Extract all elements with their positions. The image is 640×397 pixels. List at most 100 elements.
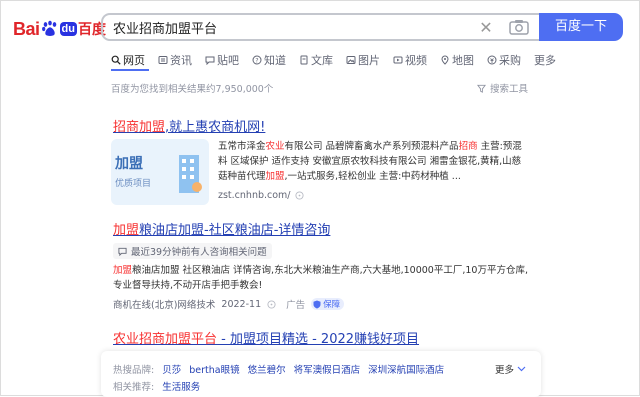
result-count: 百度为您找到相关结果约7,950,000个 — [111, 84, 274, 95]
tab-label: 网页 — [123, 54, 145, 67]
tab-label: 知道 — [264, 54, 286, 67]
result-3-title[interactable]: 农业招商加盟平台 - 加盟项目精选 - 2022赚钱好项目 — [113, 328, 419, 347]
source-date: 2022-11 — [221, 298, 262, 310]
tab-wenku[interactable]: 文库 — [299, 51, 333, 69]
hot-search-panel: 热搜品牌: 贝莎 bertha眼镜 悠兰碧尔 将军澳假日酒店 深圳深航国际酒店 … — [101, 351, 541, 397]
desc-text: 主营:预混 — [477, 141, 522, 152]
search-input[interactable] — [103, 18, 475, 36]
desc-highlight: 招商 — [458, 141, 478, 152]
logo-text-bai: Bai — [13, 18, 40, 39]
tab-label: 图片 — [358, 54, 380, 67]
tab-label: 贴吧 — [217, 54, 239, 67]
desc-text: 有限公司 品碧牌畜禽水产系列预混料产品 — [284, 141, 459, 152]
tab-label: 地图 — [452, 54, 474, 67]
desc-line: 料 区域保护 适作支持 安徽宜原农牧科技有限公司 湘雷金银花,黄精,山慈 — [218, 156, 522, 167]
hot-brand-link[interactable]: bertha眼镜 — [189, 362, 239, 376]
desc-highlight: 加盟 — [265, 171, 285, 182]
result-1-title[interactable]: 招商加盟,就上惠农商机网! — [113, 116, 265, 135]
search-icon — [111, 55, 121, 65]
chip-text: 最近39分钟前有人咨询相关问题 — [131, 247, 267, 258]
video-icon — [393, 56, 403, 64]
search-tools-label: 搜索工具 — [490, 84, 529, 95]
shield-icon — [313, 300, 321, 308]
title-highlight: 加盟 — [113, 223, 140, 238]
hot-brand-link[interactable]: 将军澳假日酒店 — [294, 362, 361, 376]
tab-label: 文库 — [311, 54, 333, 67]
tab-video[interactable]: 视频 — [393, 51, 427, 69]
chevron-down-icon — [517, 366, 526, 372]
source-name[interactable]: 商机在线(北京)网络技术 — [113, 297, 215, 311]
filter-icon — [477, 84, 486, 93]
tab-image[interactable]: 图片 — [346, 51, 380, 69]
image-icon — [346, 56, 356, 64]
building-icon — [179, 155, 202, 193]
recommend-label: 相关推荐: — [113, 382, 155, 393]
info-icon[interactable] — [294, 191, 304, 200]
title-text: 粮油店加盟-社区粮油店-详情咨询 — [139, 223, 331, 238]
result-1-source: zst.cnhnb.com/ — [218, 190, 304, 201]
tab-map[interactable]: 地图 — [440, 51, 474, 69]
tab-label: 视频 — [405, 54, 427, 67]
consult-chip: 最近39分钟前有人咨询相关问题 — [113, 243, 272, 259]
title-highlight: 招商加盟 — [113, 120, 166, 135]
recommend-row: 相关推荐: 生活服务 — [113, 379, 200, 393]
logo-text-du: du — [59, 22, 77, 36]
title-text: - 加盟项目精选 - 2022赚钱好项目 — [217, 332, 420, 347]
hot-brand-link[interactable]: 贝莎 — [162, 362, 181, 376]
hot-brands-label: 热搜品牌: — [113, 365, 155, 376]
tab-label: 更多 — [534, 54, 556, 67]
recommend-link[interactable]: 生活服务 — [162, 379, 200, 393]
tab-tieba[interactable]: 贴吧 — [205, 51, 239, 69]
desc-highlight: 农业 — [265, 141, 285, 152]
result-2-title[interactable]: 加盟粮油店加盟-社区粮油店-详情咨询 — [113, 219, 330, 238]
tab-zhidao[interactable]: ? 知道 — [252, 51, 286, 69]
result-1-description: 五常市泽金农业有限公司 品碧牌畜禽水产系列预混料产品招商 主营:预混 料 区域保… — [218, 139, 536, 184]
desc-text: ,一站式服务,轻松创业 主营:中药材种植 ... — [284, 171, 461, 182]
camera-icon[interactable] — [509, 19, 529, 35]
more-toggle[interactable]: 更多 — [495, 362, 526, 376]
title-highlight: 农业招商加盟平台 — [113, 332, 218, 347]
map-icon — [441, 55, 449, 65]
title-text: ,就上惠农商机网! — [165, 120, 266, 135]
desc-highlight: 加盟 — [113, 265, 133, 276]
desc-text: 粮油店加盟 社区粮油店 详情咨询,东北大米粮油生产商,六大基地,10000平工厂… — [132, 265, 528, 276]
clear-icon[interactable]: ✕ — [475, 18, 497, 37]
tab-purchase[interactable]: 采购 — [487, 51, 521, 69]
badge-text: 保障 — [323, 300, 341, 310]
chat-icon — [118, 247, 127, 256]
search-tools-button[interactable]: 搜索工具 — [477, 81, 528, 95]
info-icon[interactable] — [267, 299, 276, 309]
desc-text: 菇种苗代理 — [218, 171, 266, 182]
thumb-subtitle: 优质项目 — [115, 179, 152, 189]
source-url[interactable]: zst.cnhnb.com/ — [218, 190, 291, 201]
desc-line: 专业督导扶持,不动开店手把手教会! — [113, 280, 263, 291]
active-tab-underline — [111, 69, 149, 71]
tab-web[interactable]: 网页 — [111, 51, 145, 69]
more-link: 更多 — [495, 365, 515, 376]
guarantee-badge[interactable]: 保障 — [311, 298, 345, 310]
baidu-logo[interactable]: Bai du 百度 — [13, 18, 106, 40]
tieba-icon — [205, 56, 215, 65]
ad-label: 广告 — [286, 300, 306, 311]
search-box: ✕ — [101, 13, 539, 41]
thumb-title: 加盟 — [115, 156, 143, 172]
tab-news[interactable]: 资讯 — [158, 51, 192, 69]
wenku-icon — [300, 55, 308, 65]
svg-text:?: ? — [255, 58, 258, 65]
tab-more[interactable]: 更多 — [534, 51, 556, 69]
purchase-icon — [487, 55, 497, 65]
hot-brand-link[interactable]: 悠兰碧尔 — [248, 362, 286, 376]
paw-icon — [41, 20, 56, 36]
search-tabs: 网页 资讯 贴吧 ? 知道 文库 图片 视频 地图 采购 更多 — [111, 51, 569, 69]
result-2-source: 商机在线(北京)网络技术 2022-11 广告 保障 — [113, 297, 345, 311]
zhidao-icon: ? — [252, 55, 262, 65]
search-button[interactable]: 百度一下 — [539, 13, 623, 41]
news-icon — [158, 56, 168, 64]
hot-brands-row: 热搜品牌: 贝莎 bertha眼镜 悠兰碧尔 将军澳假日酒店 深圳深航国际酒店 — [113, 362, 444, 376]
result-2-description: 加盟粮油店加盟 社区粮油店 详情咨询,东北大米粮油生产商,六大基地,10000平… — [113, 263, 533, 293]
hot-brand-link[interactable]: 深圳深航国际酒店 — [368, 362, 444, 376]
tab-label: 资讯 — [170, 54, 192, 67]
result-1-thumbnail[interactable]: 加盟 优质项目 — [111, 139, 209, 205]
desc-text: 五常市泽金 — [218, 141, 266, 152]
tab-label: 采购 — [499, 54, 521, 67]
